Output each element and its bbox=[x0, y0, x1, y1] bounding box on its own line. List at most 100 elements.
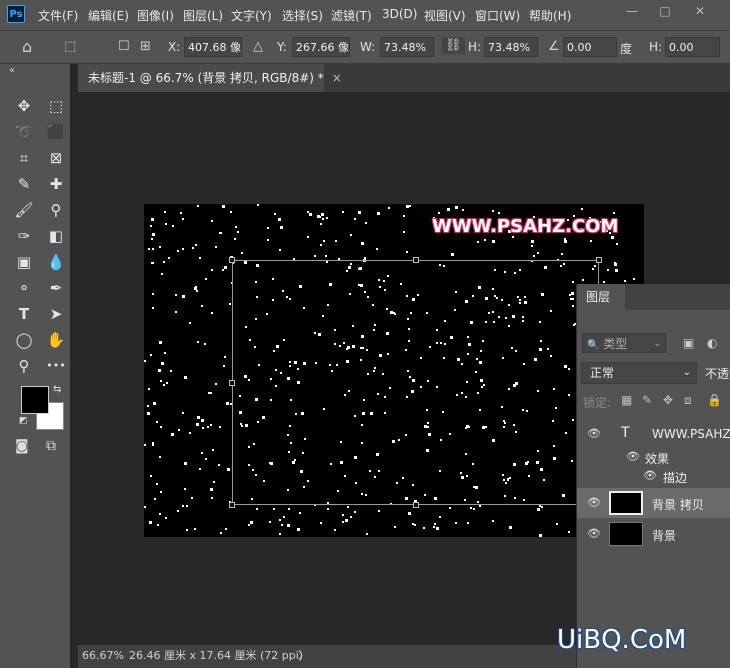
chevron-down-icon: ⌄ bbox=[653, 339, 661, 349]
minimize-icon[interactable]: — bbox=[622, 4, 642, 18]
menu-3d[interactable]: 3D(D) bbox=[382, 7, 417, 21]
star-speck bbox=[498, 212, 500, 214]
menu-window[interactable]: 窗口(W) bbox=[475, 7, 520, 24]
document-title: 未标题-1 @ 66.7% (背景 拷贝, RGB/8#) * bbox=[88, 71, 324, 85]
dodge-tool[interactable]: ⚬ bbox=[12, 277, 36, 299]
menu-image[interactable]: 图像(I) bbox=[137, 7, 174, 24]
width-field[interactable]: 73.48% bbox=[380, 37, 434, 57]
lock-position-icon[interactable]: ✥ bbox=[663, 393, 673, 407]
quick-select-tool[interactable]: ⬛ bbox=[44, 121, 68, 143]
default-colors-icon[interactable]: ◩ bbox=[19, 416, 28, 426]
lock-artboard-icon[interactable]: ⧈ bbox=[684, 393, 692, 408]
eye-icon[interactable]: 👁 bbox=[587, 496, 601, 509]
blur-tool[interactable]: 💧 bbox=[44, 251, 68, 273]
lasso-tool[interactable]: ➰ bbox=[12, 121, 36, 143]
layer-row-text[interactable]: 👁 T WWW.PSAHZ.COM bbox=[577, 419, 730, 449]
link-icon[interactable]: ⛓ bbox=[442, 37, 465, 54]
path-select-tool[interactable]: ➤ bbox=[44, 303, 68, 325]
star-speck bbox=[248, 524, 250, 526]
tab-layers[interactable]: 图层 bbox=[577, 284, 625, 310]
move-tool[interactable]: ✥ bbox=[12, 95, 36, 117]
star-speck bbox=[205, 278, 207, 280]
maximize-icon[interactable]: □ bbox=[655, 4, 675, 18]
zoom-tool[interactable]: ⚲ bbox=[12, 355, 36, 377]
menu-view[interactable]: 视图(V) bbox=[424, 7, 466, 24]
close-icon[interactable]: ✕ bbox=[690, 4, 710, 18]
swap-colors-icon[interactable]: ⇆ bbox=[53, 384, 61, 395]
transform-handle[interactable] bbox=[229, 380, 235, 386]
eye-icon[interactable]: 👁 bbox=[587, 427, 601, 440]
star-speck bbox=[222, 205, 225, 208]
x-field[interactable]: 407.68 像素 bbox=[184, 37, 242, 57]
layer-filter[interactable]: 🔍 类型 ⌄ bbox=[582, 333, 666, 353]
crop-tool[interactable]: ⌗ bbox=[12, 147, 36, 169]
delta-icon[interactable]: △ bbox=[253, 39, 263, 54]
star-speck bbox=[156, 421, 158, 423]
hand-tool[interactable]: ✋ bbox=[44, 329, 68, 351]
star-speck bbox=[201, 452, 203, 454]
eye-icon[interactable]: 👁 bbox=[643, 469, 657, 482]
star-speck bbox=[492, 240, 495, 243]
free-transform-box[interactable] bbox=[229, 257, 602, 508]
hskew-field[interactable]: 0.00 bbox=[665, 37, 720, 57]
filter-adjustment-icon[interactable]: ◐ bbox=[707, 336, 717, 350]
pen-tool[interactable]: ✒ bbox=[44, 277, 68, 299]
transform-handle[interactable] bbox=[229, 502, 235, 508]
star-speck bbox=[616, 243, 618, 245]
document-tab[interactable]: 未标题-1 @ 66.7% (背景 拷贝, RGB/8#) * × bbox=[78, 64, 342, 92]
menu-type[interactable]: 文字(Y) bbox=[231, 7, 272, 24]
layer-effect-stroke-row[interactable]: 👁 描边 bbox=[577, 465, 730, 487]
history-brush-tool[interactable]: ✑ bbox=[12, 225, 36, 247]
close-tab-icon[interactable]: × bbox=[332, 71, 342, 85]
frame-tool[interactable]: ⊠ bbox=[44, 147, 68, 169]
quick-mask-icon[interactable]: ◙ bbox=[15, 438, 29, 454]
layer-row-bg-copy[interactable]: 👁 背景 拷贝 bbox=[577, 488, 730, 518]
transform-handle[interactable] bbox=[413, 257, 419, 263]
reference-point-icon[interactable]: ⬚ bbox=[64, 39, 76, 54]
brush-tool[interactable]: 🖌 bbox=[12, 199, 36, 221]
menu-filter[interactable]: 滤镜(T) bbox=[331, 7, 372, 24]
lock-paint-icon[interactable]: ✎ bbox=[642, 393, 652, 407]
gradient-tool[interactable]: ▣ bbox=[12, 251, 36, 273]
foreground-color-swatch[interactable] bbox=[21, 386, 49, 414]
healing-tool[interactable]: ✚ bbox=[44, 173, 68, 195]
home-icon[interactable]: ⌂ bbox=[22, 37, 32, 56]
transform-handle[interactable] bbox=[229, 257, 235, 263]
stamp-tool[interactable]: ⚲ bbox=[44, 199, 68, 221]
layer-row-bg[interactable]: 👁 背景 bbox=[577, 519, 730, 549]
marquee-tool[interactable]: ⬚ bbox=[44, 95, 68, 117]
y-label: Y: bbox=[277, 40, 287, 54]
ellipse-tool[interactable]: ◯ bbox=[12, 329, 36, 351]
filter-image-icon[interactable]: ▣ bbox=[683, 336, 694, 350]
star-speck bbox=[182, 412, 184, 414]
eyedropper-tool[interactable]: ✎ bbox=[12, 173, 36, 195]
y-field[interactable]: 267.66 像素 bbox=[292, 37, 350, 57]
angle-field[interactable]: 0.00 bbox=[563, 37, 617, 57]
eraser-tool[interactable]: ◧ bbox=[44, 225, 68, 247]
menu-select[interactable]: 选择(S) bbox=[282, 7, 323, 24]
screen-mode-icon[interactable]: ⧉ bbox=[46, 438, 56, 454]
star-speck bbox=[403, 215, 405, 217]
more-tools[interactable]: ••• bbox=[44, 355, 68, 377]
transform-handle[interactable] bbox=[413, 502, 419, 508]
star-speck bbox=[406, 205, 409, 208]
status-menu-arrow[interactable]: 〉 bbox=[298, 645, 309, 667]
eye-icon[interactable]: 👁 bbox=[626, 450, 640, 463]
blend-mode-select[interactable]: 正常 ⌄ bbox=[581, 362, 697, 384]
reference-grid-icon[interactable]: ⊞ bbox=[140, 39, 151, 54]
pen-icon: ✒ bbox=[49, 279, 63, 297]
zoom-level[interactable]: 66.67% bbox=[82, 645, 124, 667]
menu-edit[interactable]: 编辑(E) bbox=[88, 7, 129, 24]
collapse-icon[interactable]: « bbox=[9, 65, 15, 76]
menu-file[interactable]: 文件(F) bbox=[38, 7, 78, 24]
star-speck bbox=[152, 233, 155, 236]
lock-all-icon[interactable]: 🔒 bbox=[707, 393, 722, 407]
menu-help[interactable]: 帮助(H) bbox=[529, 7, 571, 24]
reference-checkbox-icon[interactable]: ☐ bbox=[118, 39, 130, 54]
type-tool[interactable]: T bbox=[12, 303, 36, 325]
transform-handle[interactable] bbox=[596, 257, 602, 263]
lock-pixels-icon[interactable]: ▦ bbox=[621, 393, 632, 407]
menu-layer[interactable]: 图层(L) bbox=[183, 7, 223, 24]
height-field[interactable]: 73.48% bbox=[484, 37, 538, 57]
eye-icon[interactable]: 👁 bbox=[587, 527, 601, 540]
